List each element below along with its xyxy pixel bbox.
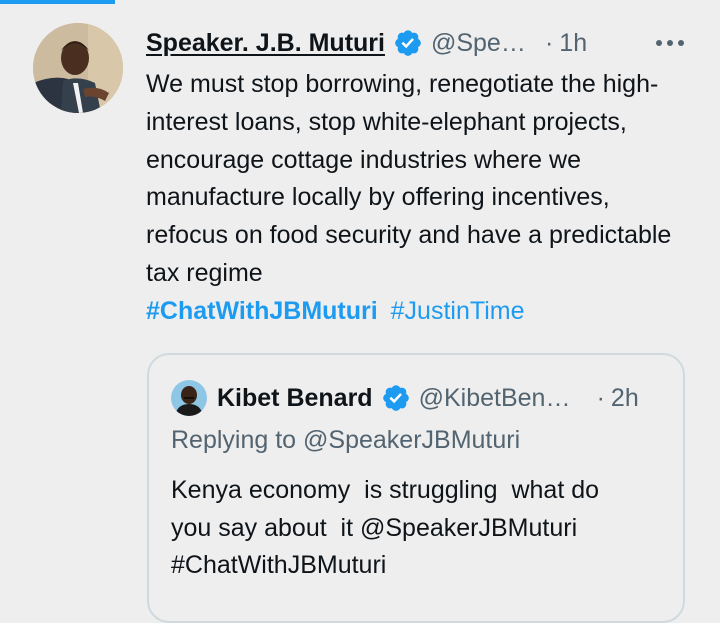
separator-dot: ·: [596, 383, 605, 412]
hashtag-link-chatwithjbmuturi[interactable]: #ChatWithJBMuturi: [146, 297, 378, 325]
tweet-hashtags: #ChatWithJBMuturi #JustinTime: [146, 293, 525, 330]
quoted-tweet-card[interactable]: Kibet Benard @KibetBenard · 2h Replying …: [147, 353, 685, 623]
separator-dot: ·: [544, 28, 554, 57]
author-avatar[interactable]: [33, 23, 123, 113]
tweet-text: We must stop borrowing, renegotiate the …: [146, 70, 672, 287]
quoted-tweet-header: Kibet Benard @KibetBenard · 2h: [171, 379, 681, 417]
author-photo: [33, 23, 123, 113]
more-options-icon[interactable]: [654, 34, 686, 52]
hashtag-link-justintime[interactable]: #JustinTime: [391, 297, 525, 325]
quoted-tweet-text: Kenya economy is struggling what do you …: [171, 476, 600, 579]
tweet-header: Speaker. J.B. Muturi @SpeakerJBMuturi · …: [146, 26, 686, 60]
replying-to-label: Replying to @SpeakerJBMuturi: [171, 426, 521, 454]
tweet[interactable]: Speaker. J.B. Muturi @SpeakerJBMuturi · …: [0, 0, 720, 623]
verified-badge-icon: [382, 385, 409, 411]
author-name[interactable]: Speaker. J.B. Muturi: [146, 29, 385, 58]
quoted-author-photo: [171, 380, 207, 416]
verified-badge-icon: [395, 30, 421, 56]
quoted-author-handle[interactable]: @KibetBenard: [419, 384, 579, 413]
author-handle[interactable]: @SpeakerJBMuturi: [431, 29, 527, 58]
quoted-author-avatar[interactable]: [171, 380, 207, 416]
quoted-author-name[interactable]: Kibet Benard: [217, 384, 373, 413]
tweet-timestamp[interactable]: 1h: [559, 29, 587, 58]
quoted-tweet-timestamp[interactable]: 2h: [611, 384, 639, 413]
